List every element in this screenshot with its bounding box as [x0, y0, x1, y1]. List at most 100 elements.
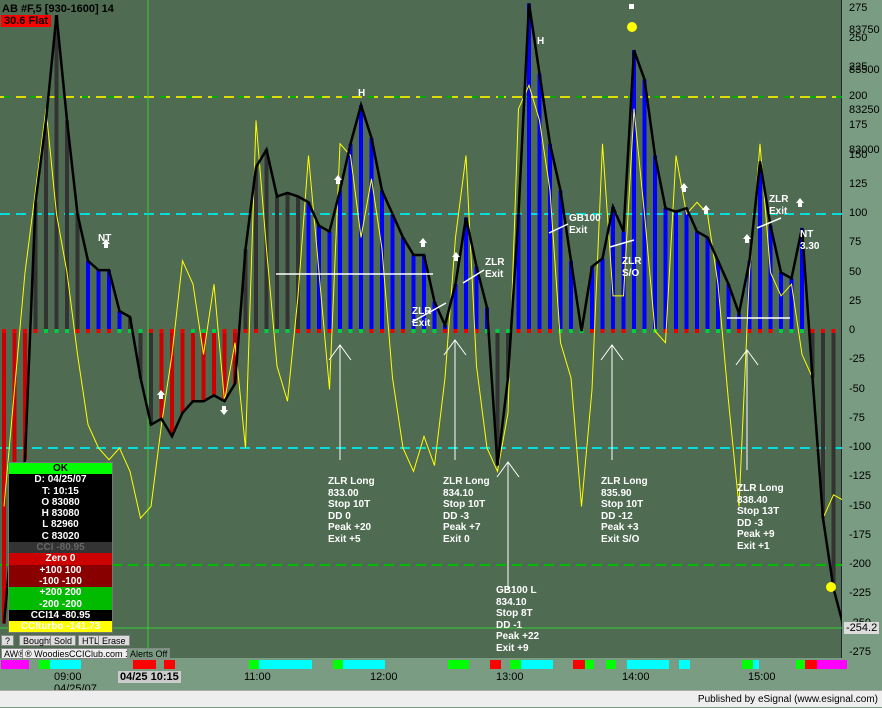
y-tick: -25	[849, 353, 865, 366]
chart-title: AB #F,5 [930-1600] 14	[2, 3, 114, 15]
zero-line-dot	[369, 329, 374, 333]
erase-button[interactable]: Erase	[98, 635, 130, 646]
trend-segment	[1, 660, 29, 669]
zero-line-dot	[611, 329, 615, 333]
histogram-bar	[212, 331, 216, 396]
trend-segment	[259, 660, 312, 669]
zero-line-dot	[243, 329, 248, 333]
y-tick: -150	[849, 499, 872, 512]
histogram-bar	[96, 270, 101, 331]
histogram-bar	[642, 79, 647, 331]
zlr-so-label: ZLR S/O	[622, 256, 642, 279]
histogram-bar	[65, 120, 69, 332]
y-tick: -100	[849, 441, 872, 453]
pattern-label-h: H	[537, 36, 545, 47]
trend-segment	[679, 660, 690, 669]
histogram-bar	[369, 137, 374, 331]
data-turbo: CCIturbo -141.73	[9, 621, 112, 633]
zero-line-dot	[348, 329, 353, 333]
data-close: C 83020	[41, 530, 80, 542]
x-tick: 15:00	[748, 671, 776, 683]
data-time: T: 10:15	[42, 485, 79, 497]
y-tick: 50	[849, 265, 862, 278]
zero-line-dot	[222, 329, 227, 333]
help-button[interactable]: ?	[1, 635, 15, 646]
data-plus100: +100 100	[9, 564, 112, 576]
zlr-exit-label: ZLR Exit	[769, 194, 789, 217]
nt-label: NT	[98, 233, 112, 244]
zlr-exit-label: ZLR Exit	[412, 306, 432, 329]
zero-line-dot	[264, 329, 269, 333]
zero-line-dot	[810, 329, 815, 333]
histogram-bar	[779, 272, 783, 331]
trend-segment	[164, 660, 175, 669]
y-tick: 25	[849, 294, 862, 307]
zero-line-dot	[695, 329, 699, 333]
zero-line-dot	[726, 329, 731, 333]
zero-line-dot	[33, 329, 38, 333]
histogram-bar	[285, 192, 290, 331]
marker-square	[629, 4, 634, 9]
tab-alerts[interactable]: Alerts Off	[127, 648, 171, 659]
trend-segment	[133, 660, 156, 669]
up-arrow-icon	[157, 390, 165, 399]
histogram-bar	[44, 120, 48, 332]
trade-note: ZLR Long 833.00 Stop 10T DD 0 Peak +20 E…	[328, 476, 375, 545]
status-bar: Published by eSignal (www.esignal.com)	[0, 690, 882, 707]
zero-line-dot	[432, 329, 437, 333]
trend-status-badge: 30.6 Flat	[1, 15, 52, 27]
zero-line-dot	[789, 329, 794, 333]
y-tick: 75	[849, 236, 862, 249]
histogram-bar	[705, 237, 710, 331]
x-tick: 11:00	[244, 671, 271, 683]
data-date: D: 04/25/07	[34, 474, 87, 486]
histogram-bar	[317, 225, 321, 331]
signal-dot	[826, 582, 836, 592]
zero-line-dot	[674, 329, 678, 333]
trend-segment	[50, 660, 81, 669]
zero-line-dot	[96, 329, 101, 333]
histogram-bar	[201, 331, 206, 402]
zero-line-dot	[569, 329, 573, 333]
zero-line-dot	[54, 329, 59, 333]
data-status: OK	[9, 463, 112, 475]
histogram-bar	[2, 331, 6, 624]
zero-line-dot	[663, 329, 668, 333]
trend-segment	[753, 660, 759, 669]
price-tick: 83250	[849, 104, 880, 116]
histogram-bar	[464, 217, 468, 331]
data-open: O 83080	[41, 496, 80, 508]
trend-segment	[627, 660, 669, 669]
trend-segment	[817, 660, 847, 669]
histogram-bar	[264, 149, 269, 331]
up-arrow-icon	[743, 234, 751, 243]
histogram-bar	[684, 208, 689, 331]
y-tick: 275	[849, 2, 868, 15]
data-high: H 83080	[41, 508, 80, 520]
zero-line-dot	[86, 329, 90, 333]
zero-line-dot	[548, 329, 552, 333]
zero-line-dot	[44, 329, 48, 333]
histogram-bar	[327, 231, 332, 331]
zero-line-dot	[285, 329, 290, 333]
histogram-bar	[390, 214, 395, 331]
zero-line-dot	[621, 329, 626, 333]
zero-line-dot	[296, 329, 300, 333]
zero-line-dot	[768, 329, 773, 333]
trend-segment	[490, 660, 501, 669]
y-tick: -275	[849, 645, 872, 658]
zero-line-dot	[254, 329, 258, 333]
zero-line-dot	[107, 329, 111, 333]
histogram-bar	[674, 211, 678, 331]
histogram-bar	[191, 331, 195, 402]
trend-segment	[39, 660, 50, 669]
zero-line-dot	[75, 329, 80, 333]
zero-line-dot	[831, 329, 836, 333]
trend-segment	[585, 660, 594, 669]
zero-line-dot	[306, 329, 311, 333]
cursor-time-label: 04/25 10:15	[118, 671, 181, 683]
sold-button[interactable]: Sold	[50, 635, 77, 646]
trade-note: ZLR Long 835.90 Stop 10T DD -12 Peak +3 …	[601, 476, 648, 545]
zero-line-dot	[65, 329, 69, 333]
chart-area[interactable]: AB #F,5 [930-1600] 14 30.6 Flat H H NT N…	[0, 0, 842, 659]
